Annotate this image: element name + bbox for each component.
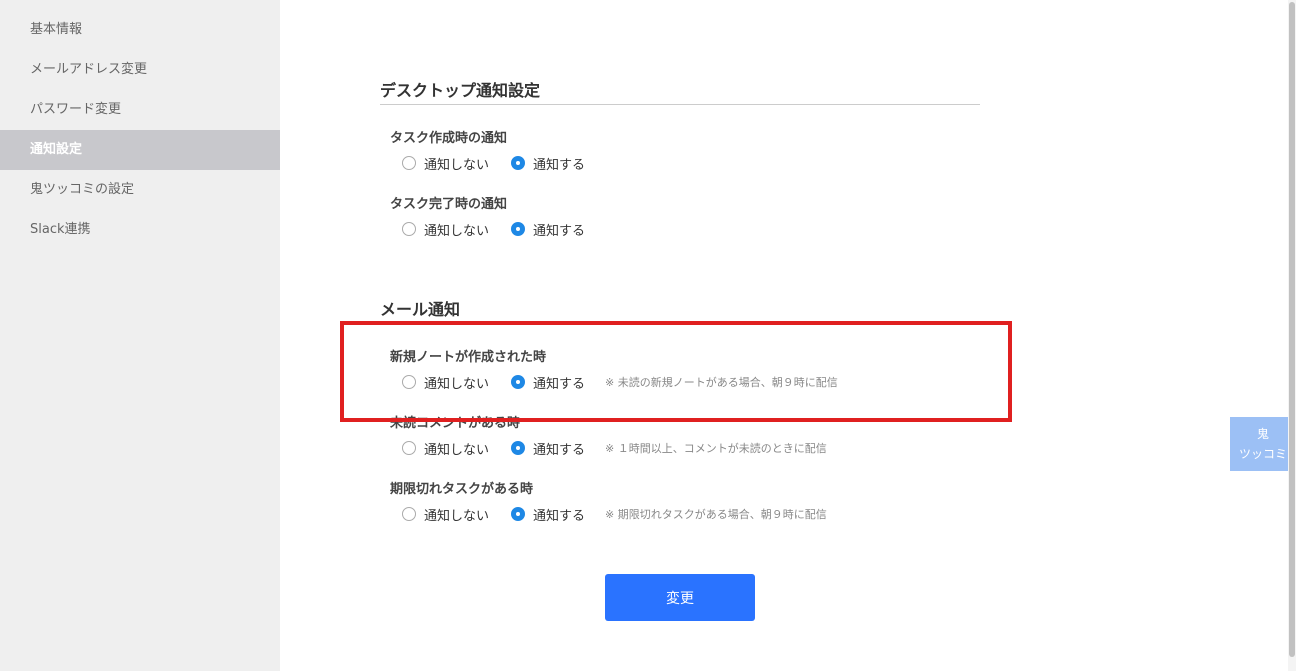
radio-group-task-completed: 通知しない 通知する bbox=[402, 219, 607, 239]
radio-unchecked-icon bbox=[402, 507, 416, 521]
setting-label-overdue-task: 期限切れタスクがある時 bbox=[390, 482, 534, 497]
notification-settings-panel: デスクトップ通知設定 タスク作成時の通知 通知しない 通知する タスク完了時の通… bbox=[280, 0, 1288, 671]
radio-unchecked-icon bbox=[402, 222, 416, 236]
desktop-section-title: デスクトップ通知設定 bbox=[380, 77, 980, 105]
radio-unchecked-icon bbox=[402, 156, 416, 170]
radio-label: 通知しない bbox=[424, 223, 490, 239]
setting-note: ※ 期限切れタスクがある場合、朝９時に配信 bbox=[605, 508, 827, 521]
float-button-line1: 鬼 bbox=[1256, 427, 1269, 441]
radio-label: 通知する bbox=[533, 442, 586, 458]
float-button-line2: ツッコミ bbox=[1238, 447, 1287, 461]
setting-label-unread-comment: 未読コメントがある時 bbox=[390, 416, 521, 431]
sidebar-item-email-change[interactable]: メールアドレス変更 bbox=[0, 50, 280, 90]
radio-label: 通知しない bbox=[424, 508, 490, 524]
radio-new-note-off[interactable]: 通知しない bbox=[402, 373, 489, 392]
sidebar-item-oni-tsukkomi-settings[interactable]: 鬼ツッコミの設定 bbox=[0, 170, 280, 210]
sidebar-item-password-change[interactable]: パスワード変更 bbox=[0, 90, 280, 130]
sidebar-item-notification-settings[interactable]: 通知設定 bbox=[0, 130, 280, 170]
radio-checked-icon bbox=[511, 375, 526, 389]
radio-label: 通知しない bbox=[424, 442, 490, 458]
radio-label: 通知する bbox=[533, 223, 586, 239]
setting-label-task-created: タスク作成時の通知 bbox=[390, 131, 508, 146]
radio-new-note-on[interactable]: 通知する bbox=[511, 373, 585, 392]
mail-section-title: メール通知 bbox=[380, 296, 980, 324]
radio-group-task-created: 通知しない 通知する bbox=[402, 153, 607, 173]
radio-task-completed-on[interactable]: 通知する bbox=[511, 220, 585, 239]
radio-checked-icon bbox=[511, 441, 526, 455]
setting-note: ※ 未読の新規ノートがある場合、朝９時に配信 bbox=[605, 376, 838, 389]
oni-tsukkomi-float-button[interactable]: 鬼 ツッコミ bbox=[1230, 417, 1296, 471]
radio-unchecked-icon bbox=[402, 375, 416, 389]
radio-checked-icon bbox=[511, 156, 526, 170]
radio-checked-icon bbox=[511, 222, 526, 236]
setting-note: ※ １時間以上、コメントが未読のときに配信 bbox=[605, 442, 827, 455]
radio-group-overdue-task: 通知しない 通知する ※ 期限切れタスクがある場合、朝９時に配信 bbox=[402, 504, 827, 524]
setting-label-task-completed: タスク完了時の通知 bbox=[390, 197, 508, 212]
radio-unchecked-icon bbox=[402, 441, 416, 455]
radio-overdue-task-on[interactable]: 通知する bbox=[511, 505, 585, 524]
radio-label: 通知する bbox=[533, 157, 586, 173]
radio-task-created-on[interactable]: 通知する bbox=[511, 154, 585, 173]
radio-label: 通知しない bbox=[424, 376, 490, 392]
radio-unread-comment-on[interactable]: 通知する bbox=[511, 439, 585, 458]
submit-button[interactable]: 変更 bbox=[605, 574, 755, 621]
page-scrollbar[interactable] bbox=[1288, 0, 1296, 671]
radio-unread-comment-off[interactable]: 通知しない bbox=[402, 439, 489, 458]
radio-overdue-task-off[interactable]: 通知しない bbox=[402, 505, 489, 524]
radio-label: 通知する bbox=[533, 376, 586, 392]
settings-sidebar: 基本情報 メールアドレス変更 パスワード変更 通知設定 鬼ツッコミの設定 Sla… bbox=[0, 0, 280, 671]
radio-group-unread-comment: 通知しない 通知する ※ １時間以上、コメントが未読のときに配信 bbox=[402, 438, 827, 458]
sidebar-item-slack-integration[interactable]: Slack連携 bbox=[0, 210, 280, 250]
radio-task-created-off[interactable]: 通知しない bbox=[402, 154, 489, 173]
setting-label-new-note: 新規ノートが作成された時 bbox=[390, 350, 547, 365]
radio-group-new-note: 通知しない 通知する ※ 未読の新規ノートがある場合、朝９時に配信 bbox=[402, 372, 838, 392]
sidebar-item-basic-info[interactable]: 基本情報 bbox=[0, 10, 280, 50]
radio-checked-icon bbox=[511, 507, 526, 521]
radio-task-completed-off[interactable]: 通知しない bbox=[402, 220, 489, 239]
radio-label: 通知しない bbox=[424, 157, 490, 173]
scrollbar-thumb[interactable] bbox=[1289, 2, 1295, 657]
radio-label: 通知する bbox=[533, 508, 586, 524]
